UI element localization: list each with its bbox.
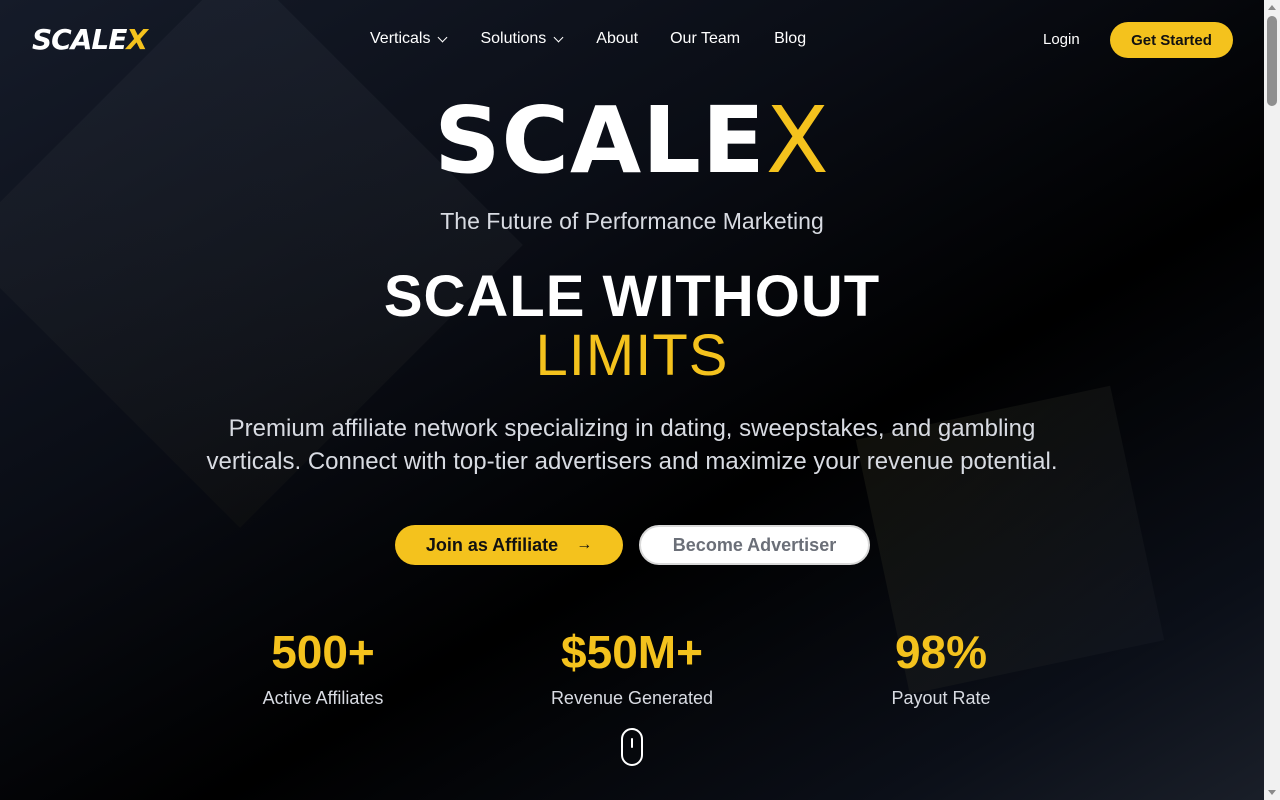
hero-tagline: The Future of Performance Marketing	[440, 208, 824, 234]
scroll-up-arrow-icon[interactable]	[1268, 5, 1276, 10]
nav-item-our-team[interactable]: Our Team	[670, 28, 740, 50]
top-navigation: SCALEX Verticals Solutions About Our Tea…	[0, 0, 1264, 80]
get-started-button[interactable]: Get Started	[1110, 22, 1233, 58]
page: SCALEX Verticals Solutions About Our Tea…	[0, 0, 1280, 800]
stat-value: 500+	[271, 626, 375, 678]
stat-payout-rate: 98% Payout Rate	[791, 624, 1091, 710]
hero-brand-accent: X	[765, 87, 830, 194]
logo-text: SCALE	[32, 23, 127, 56]
nav-item-label: Solutions	[480, 30, 547, 47]
stat-value: $50M+	[561, 626, 703, 678]
nav-item-about[interactable]: About	[596, 28, 638, 50]
logo-accent: X	[126, 23, 148, 56]
nav-item-verticals[interactable]: Verticals	[370, 28, 448, 50]
stat-label: Revenue Generated	[550, 688, 714, 708]
nav-item-solutions[interactable]: Solutions	[480, 28, 564, 50]
scroll-mouse-icon[interactable]	[621, 728, 643, 766]
mouse-wheel	[631, 738, 633, 748]
stat-value: 98%	[894, 626, 988, 678]
chevron-down-icon	[553, 32, 564, 42]
nav-item-label: Our Team	[670, 30, 741, 47]
become-advertiser-button[interactable]: Become Advertiser	[639, 525, 870, 565]
hero-brand-title: SCALEX	[0, 88, 1264, 194]
stat-label: Payout Rate	[891, 688, 991, 708]
stat-revenue-generated: $50M+ Revenue Generated	[482, 624, 782, 710]
nav-item-blog[interactable]: Blog	[774, 28, 806, 50]
join-as-affiliate-label: Join as Affiliate	[425, 534, 559, 555]
hero-description: Premium affiliate network specializing i…	[206, 415, 1058, 475]
scrollbar-thumb[interactable]	[1267, 16, 1277, 106]
logo[interactable]: SCALEX	[32, 22, 148, 58]
vertical-scrollbar[interactable]	[1264, 0, 1280, 800]
nav-links: Verticals Solutions About Our Team Blog	[370, 28, 806, 50]
stat-label: Active Affiliates	[262, 688, 384, 708]
scroll-down-arrow-icon[interactable]	[1268, 790, 1276, 795]
nav-item-label: Blog	[774, 30, 807, 47]
join-as-affiliate-button[interactable]: Join as Affiliate →	[395, 525, 623, 565]
hero-headline-accent: LIMITS	[535, 323, 729, 388]
hero-brand-main: SCALE	[434, 87, 766, 194]
nav-item-label: About	[596, 30, 639, 47]
login-link[interactable]: Login	[1043, 30, 1080, 50]
nav-item-label: Verticals	[370, 30, 431, 47]
chevron-down-icon	[438, 32, 448, 42]
arrow-right-icon: →	[576, 536, 593, 553]
stat-active-affiliates: 500+ Active Affiliates	[173, 624, 473, 710]
hero-headline: SCALE WITHOUT	[383, 264, 881, 329]
